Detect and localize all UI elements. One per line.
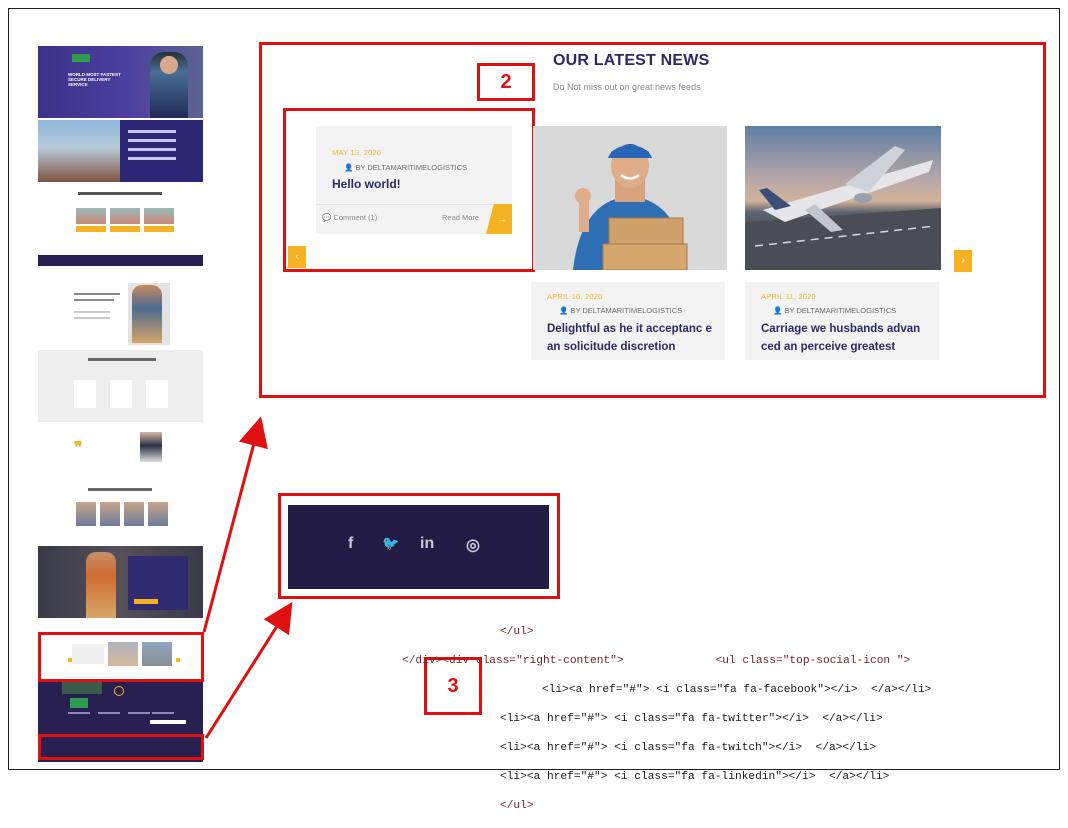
thumb-hero-section: WORLD MOST FASTEST SECURE DELIVERY SERVI… bbox=[38, 46, 203, 118]
code-line: </ul> bbox=[500, 625, 534, 638]
thumb-process-section bbox=[38, 350, 203, 422]
footer-social-bar: f 🐦 in ◎ bbox=[288, 505, 549, 589]
annotation-box-featured-card bbox=[283, 108, 535, 272]
annotation-box-thumb-footer bbox=[38, 734, 204, 760]
news-card-title[interactable]: Delightful as he it acceptanc e an solic… bbox=[547, 320, 727, 356]
news-image-airplane bbox=[745, 126, 941, 270]
carousel-prev-button[interactable]: ‹ bbox=[288, 246, 306, 268]
thumb-quote-section bbox=[38, 546, 203, 618]
code-line: <li><a href="#"> <i class="fa fa-twitter… bbox=[500, 712, 883, 725]
news-card-date: APRIL 11, 2020 bbox=[761, 292, 816, 301]
carousel-next-button[interactable]: › bbox=[954, 250, 972, 272]
news-card[interactable]: APRIL 10, 2020 👤 BY DELTAMARITIMELOGISTI… bbox=[531, 282, 725, 360]
thumb-port-image bbox=[38, 120, 120, 182]
news-section-subtitle: Do Not miss out on great news feeds bbox=[553, 82, 701, 92]
thumb-dark-strip bbox=[38, 255, 203, 266]
news-image-courier bbox=[533, 126, 727, 270]
thumb-courier-image bbox=[150, 52, 188, 118]
user-icon: 👤 bbox=[559, 306, 569, 315]
user-icon: 👤 bbox=[773, 306, 783, 315]
news-card[interactable]: APRIL 11, 2020 👤 BY DELTAMARITIMELOGISTI… bbox=[745, 282, 939, 360]
code-line: </ul> bbox=[500, 799, 534, 812]
code-line: <li><a href="#"> <i class="fa fa-linkedi… bbox=[500, 770, 890, 783]
news-card-title[interactable]: Carriage we husbands advan ced an percei… bbox=[761, 320, 941, 356]
thumb-services-section bbox=[38, 186, 203, 246]
thumb-box-man-image bbox=[132, 285, 162, 343]
facebook-icon[interactable]: f bbox=[348, 535, 353, 553]
thumb-hero-text: WORLD MOST FASTEST SECURE DELIVERY SERVI… bbox=[68, 72, 121, 87]
linkedin-icon[interactable]: in bbox=[420, 535, 434, 553]
annotation-box-thumb-news bbox=[38, 632, 204, 682]
news-card-date: APRIL 10, 2020 bbox=[547, 292, 603, 301]
instagram-icon[interactable]: ◎ bbox=[466, 535, 480, 555]
code-line: </div><div class="right-content"> <ul cla… bbox=[402, 654, 911, 667]
thumb-about-section bbox=[38, 120, 203, 182]
source-code-snippet: </ul> </div><div class="right-content"> <… bbox=[402, 610, 931, 828]
news-card-author: 👤 BY DELTAMARITIMELOGISTICS bbox=[559, 306, 683, 315]
quote-icon: ❞ bbox=[74, 440, 83, 457]
twitter-icon[interactable]: 🐦 bbox=[382, 535, 399, 552]
news-section-title: OUR LATEST NEWS bbox=[553, 52, 710, 69]
code-line: <li><a href="#"> <i class="fa fa-twitch"… bbox=[500, 741, 876, 754]
thumb-testimonial-section: ❞ bbox=[38, 428, 203, 470]
annotation-label-2: 2 bbox=[477, 63, 535, 101]
code-line: <li><a href="#"> <i class="fa fa-faceboo… bbox=[542, 683, 932, 696]
thumb-team-section bbox=[38, 480, 203, 538]
thumb-why-us-section bbox=[38, 283, 203, 345]
thumb-logo bbox=[72, 54, 90, 62]
news-card-author: 👤 BY DELTAMARITIMELOGISTICS bbox=[773, 306, 897, 315]
